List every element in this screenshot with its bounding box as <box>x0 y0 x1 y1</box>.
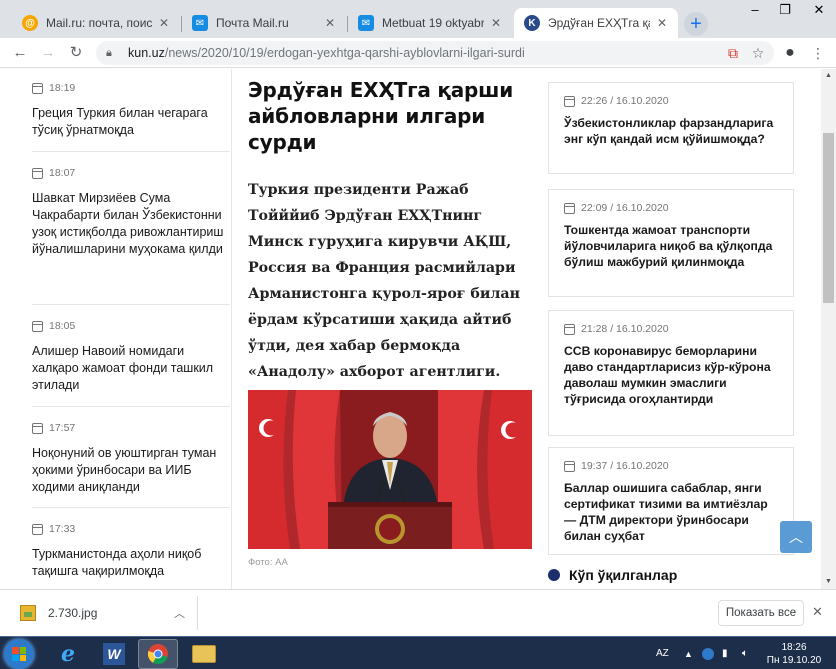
blocked-popup-icon[interactable]: ⧉ <box>723 43 743 63</box>
download-item[interactable]: 2.730.jpg ︿ <box>8 596 198 630</box>
tab-metbuat[interactable]: ✉ Metbuat 19 oktyabr Özbalk ✕ <box>348 8 512 38</box>
new-tab-button[interactable]: + <box>684 12 708 36</box>
show-hidden-icons-icon[interactable]: ▲ <box>684 637 693 669</box>
reload-icon[interactable]: ↻ <box>66 43 86 63</box>
list-item[interactable]: 18:05 Алишер Навоий номидаги халқаро жам… <box>32 320 230 394</box>
maximize-icon[interactable]: ❐ <box>770 0 800 20</box>
divider <box>32 304 230 305</box>
tab-kun-active[interactable]: K Эрдўған ЕХҲТга қарши ай ✕ <box>514 8 678 38</box>
calendar-icon <box>564 95 575 107</box>
chevron-up-icon: ︿ <box>789 529 803 545</box>
download-bar: 2.730.jpg ︿ Показать все ✕ <box>0 589 836 636</box>
show-all-downloads-button[interactable]: Показать все <box>718 600 804 626</box>
tab-strip: @ Mail.ru: почта, поиск в инт ✕ ✉ Почта … <box>0 0 836 38</box>
back-icon[interactable]: ← <box>10 43 30 63</box>
start-button[interactable] <box>4 639 34 669</box>
bookmark-star-icon[interactable]: ☆ <box>748 43 768 63</box>
tab-mail[interactable]: ✉ Почта Mail.ru ✕ <box>182 8 346 38</box>
close-icon[interactable]: ✕ <box>654 15 670 31</box>
most-read-heading: Кўп ўқилганлар <box>548 567 677 583</box>
news-card[interactable]: 22:26 / 16.10.2020 Ўзбекистонликлар фарз… <box>548 82 794 174</box>
calendar-icon <box>564 323 575 335</box>
close-icon[interactable]: ✕ <box>322 15 338 31</box>
list-item[interactable]: 18:19 Греция Туркия билан чегарага тўсиқ… <box>32 82 230 139</box>
internet-explorer-icon: e <box>61 641 75 667</box>
address-bar[interactable]: 🔒︎ kun.uz/news/2020/10/19/erdogan-yexhtg… <box>96 41 774 65</box>
language-indicator[interactable]: AZ <box>656 637 669 669</box>
mail-icon: ✉ <box>358 15 374 31</box>
image-file-icon <box>20 605 36 621</box>
taskbar-explorer[interactable] <box>184 639 224 669</box>
list-item[interactable]: 17:33 Туркманистонда аҳоли ниқоб тақишга… <box>32 523 230 580</box>
close-icon[interactable]: ✕ <box>812 604 823 620</box>
taskbar-ie[interactable]: e <box>48 639 88 669</box>
article-headline: Эрдўған ЕХҲТга қарши айбловларни илгари … <box>248 78 514 154</box>
page-scrollbar[interactable]: ▲ ▼ <box>821 69 836 589</box>
web-page: 18:19 Греция Туркия билан чегарага тўсиқ… <box>0 69 821 589</box>
windows-logo-icon <box>12 647 26 661</box>
menu-kebab-icon[interactable]: ⋮ <box>808 43 828 63</box>
browser-toolbar: ← → ↻ 🔒︎ kun.uz/news/2020/10/19/erdogan-… <box>0 38 836 68</box>
list-item[interactable]: 18:07 Шавкат Мирзиёев Сума Чакрабарти би… <box>32 167 230 258</box>
mail-icon: ✉ <box>192 15 208 31</box>
news-card[interactable]: 19:37 / 16.10.2020 Баллар ошишига сабабл… <box>548 447 794 555</box>
erdogan-photo-illustration <box>248 390 532 549</box>
mailru-icon: @ <box>22 15 38 31</box>
calendar-icon <box>564 202 575 214</box>
news-card[interactable]: 22:09 / 16.10.2020 Тошкентда жамоат тран… <box>548 189 794 297</box>
taskbar-word[interactable]: W <box>94 639 134 669</box>
news-card[interactable]: 21:28 / 16.10.2020 ССВ коронавирус бемор… <box>548 310 794 436</box>
kun-icon: K <box>524 15 540 31</box>
photo-caption: Фото: АА <box>248 557 288 568</box>
calendar-icon <box>32 523 43 535</box>
minimize-icon[interactable]: – <box>740 0 770 20</box>
list-item[interactable]: 17:57 Ноқонуний ов уюштирган туман ҳоким… <box>32 422 230 496</box>
calendar-icon <box>32 320 43 332</box>
article-photo <box>248 390 532 549</box>
divider <box>32 151 230 152</box>
scroll-down-arrow-icon[interactable]: ▼ <box>821 575 836 589</box>
windows-taskbar: e W AZ ▲ ▮ 🔈︎ 18:26 Пн 19.10.20 <box>0 636 836 669</box>
divider <box>32 406 230 407</box>
article: Эрдўған ЕХҲТга қарши айбловларни илгари … <box>248 69 532 568</box>
lock-icon: 🔒︎ <box>106 46 112 59</box>
close-icon[interactable]: ✕ <box>156 15 172 31</box>
volume-icon[interactable]: 🔈︎ <box>742 637 748 669</box>
chrome-icon <box>147 644 168 665</box>
chevron-up-icon[interactable]: ︿ <box>174 605 185 621</box>
scroll-to-top-button[interactable]: ︿ <box>780 521 812 553</box>
calendar-icon <box>32 82 43 94</box>
calendar-icon <box>32 167 43 179</box>
calendar-icon <box>564 460 575 472</box>
taskbar-clock[interactable]: 18:26 Пн 19.10.20 <box>766 641 822 667</box>
article-lead: Туркия президенти Ражаб Тойййиб Эрдўған … <box>248 182 520 380</box>
close-icon[interactable]: ✕ <box>488 15 504 31</box>
tab-mailru[interactable]: @ Mail.ru: почта, поиск в инт ✕ <box>12 8 180 38</box>
bullet-dot-icon <box>548 569 560 581</box>
calendar-icon <box>32 422 43 434</box>
network-icon[interactable]: ▮ <box>722 637 728 669</box>
divider <box>32 507 230 508</box>
word-icon: W <box>103 643 125 665</box>
profile-avatar-icon[interactable]: ● <box>780 43 800 63</box>
window-close-icon[interactable]: ✕ <box>804 0 834 20</box>
taskbar-chrome[interactable] <box>138 639 178 669</box>
scrollbar-thumb[interactable] <box>823 133 834 303</box>
scroll-up-arrow-icon[interactable]: ▲ <box>821 69 836 83</box>
forward-icon[interactable]: → <box>38 43 58 63</box>
latest-news-column: 18:19 Греция Туркия билан чегарага тўсиқ… <box>0 69 232 589</box>
folder-icon <box>192 645 216 663</box>
tray-app-icon[interactable] <box>702 637 714 669</box>
